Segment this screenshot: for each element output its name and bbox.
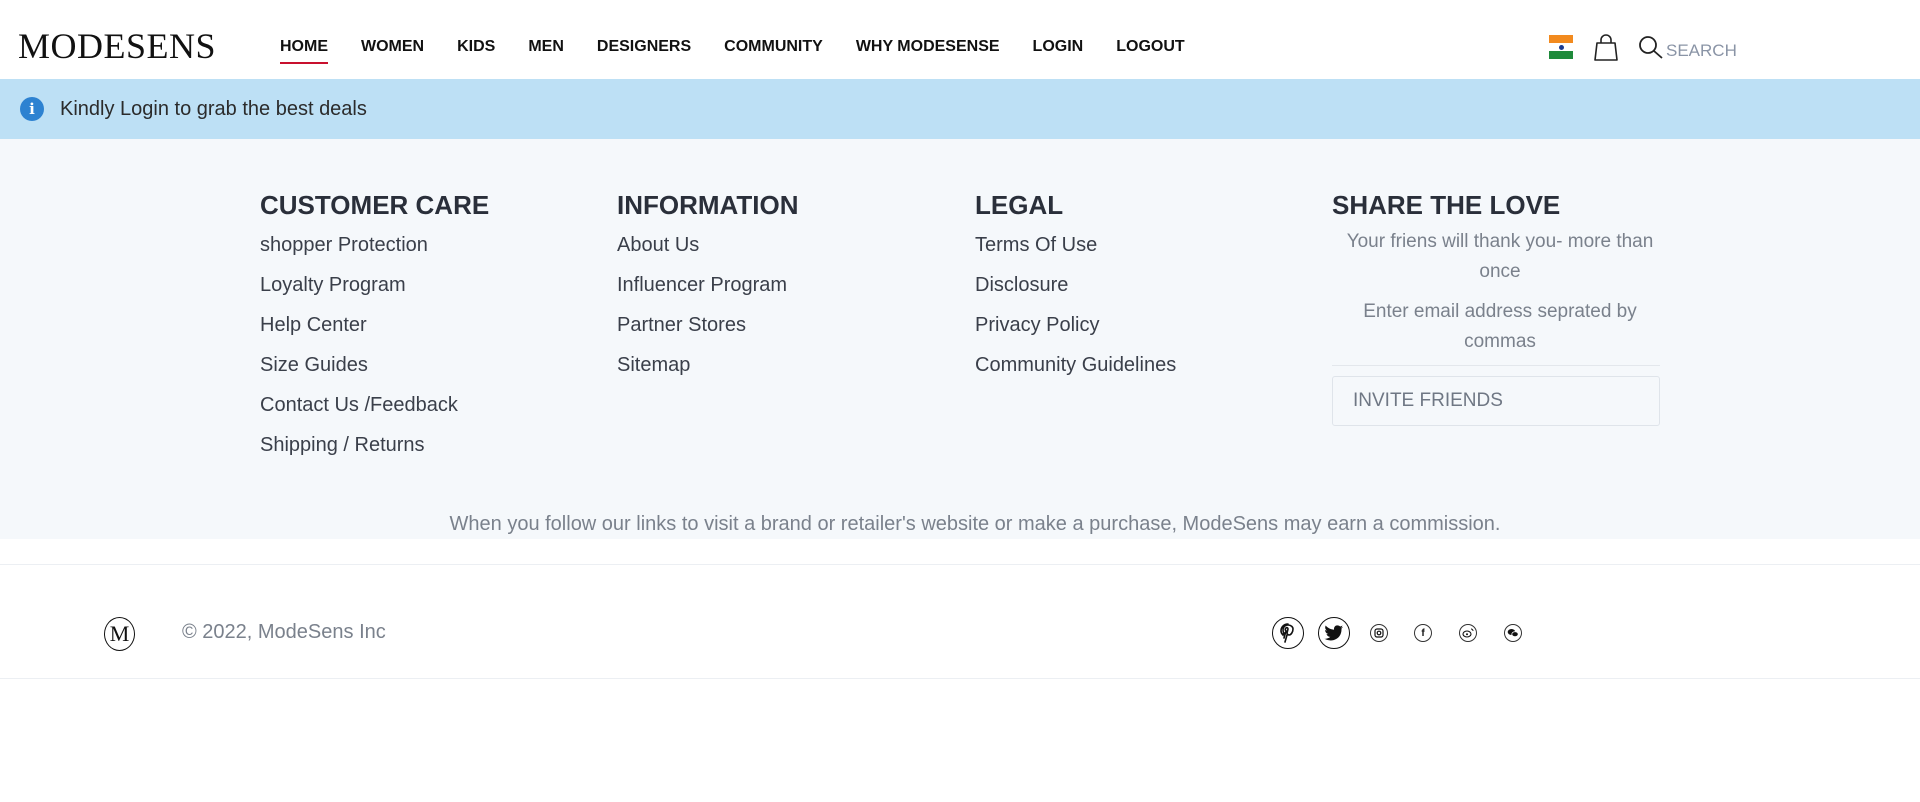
- info-icon: i: [20, 97, 44, 121]
- nav-men[interactable]: MEN: [528, 35, 564, 59]
- india-flag-icon[interactable]: [1549, 35, 1573, 59]
- nav-logout[interactable]: LOGOUT: [1116, 35, 1184, 59]
- link-partner-stores[interactable]: Partner Stores: [617, 305, 799, 345]
- login-alert-bar: i Kindly Login to grab the best deals: [0, 79, 1920, 139]
- link-shipping-returns[interactable]: Shipping / Returns: [260, 425, 489, 465]
- share-title: SHARE THE LOVE: [1332, 190, 1561, 220]
- nav-community[interactable]: COMMUNITY: [724, 35, 823, 59]
- link-size-guides[interactable]: Size Guides: [260, 345, 489, 385]
- link-about-us[interactable]: About Us: [617, 225, 799, 265]
- bottom-divider-top: [0, 564, 1920, 565]
- alert-text: Kindly Login to grab the best deals: [60, 97, 367, 120]
- link-disclosure[interactable]: Disclosure: [975, 265, 1176, 305]
- link-shopper-protection[interactable]: shopper Protection: [260, 225, 489, 265]
- nav-kids[interactable]: KIDS: [457, 35, 495, 59]
- twitter-icon[interactable]: [1318, 617, 1350, 649]
- link-sitemap[interactable]: Sitemap: [617, 345, 799, 385]
- wechat-icon[interactable]: [1504, 624, 1522, 642]
- nav-designers[interactable]: DESIGNERS: [597, 35, 691, 59]
- customer-care-title: CUSTOMER CARE: [260, 190, 490, 220]
- share-column: SHARE THE LOVE Your friens will thank yo…: [1332, 189, 1668, 426]
- information-title: INFORMATION: [617, 190, 799, 220]
- link-influencer-program[interactable]: Influencer Program: [617, 265, 799, 305]
- legal-column: LEGAL Terms Of Use Disclosure Privacy Po…: [975, 189, 1176, 385]
- link-help-center[interactable]: Help Center: [260, 305, 489, 345]
- weibo-icon[interactable]: [1459, 624, 1477, 642]
- search-icon[interactable]: [1638, 35, 1664, 61]
- commission-disclaimer: When you follow our links to visit a bra…: [449, 513, 1501, 535]
- shopping-bag-icon[interactable]: [1593, 34, 1619, 62]
- copyright-text: © 2022, ModeSens Inc: [182, 621, 386, 643]
- site-header: MODESENS HOME WOMEN KIDS MEN DESIGNERS C…: [0, 0, 1920, 79]
- email-prompt[interactable]: Enter email address seprated by commas: [1332, 297, 1668, 357]
- footer-links-section: CUSTOMER CARE shopper Protection Loyalty…: [0, 139, 1920, 539]
- link-contact-feedback[interactable]: Contact Us /Feedback: [260, 385, 489, 425]
- main-nav: HOME WOMEN KIDS MEN DESIGNERS COMMUNITY …: [280, 35, 1218, 64]
- bottom-divider: [0, 678, 1920, 679]
- information-column: INFORMATION About Us Influencer Program …: [617, 189, 799, 385]
- link-loyalty-program[interactable]: Loyalty Program: [260, 265, 489, 305]
- pinterest-icon[interactable]: [1272, 617, 1304, 649]
- link-terms-of-use[interactable]: Terms Of Use: [975, 225, 1176, 265]
- modesens-mini-logo[interactable]: M: [104, 617, 135, 651]
- share-description: Your friens will thank you- more than on…: [1346, 231, 1654, 282]
- nav-women[interactable]: WOMEN: [361, 35, 424, 59]
- legal-title: LEGAL: [975, 190, 1064, 220]
- nav-why-modesense[interactable]: WHY MODESENSE: [856, 35, 1000, 59]
- link-community-guidelines[interactable]: Community Guidelines: [975, 345, 1176, 385]
- nav-login[interactable]: LOGIN: [1033, 35, 1084, 59]
- search-box[interactable]: SEARCH: [1638, 27, 1737, 61]
- search-label[interactable]: SEARCH: [1666, 27, 1737, 61]
- nav-home[interactable]: HOME: [280, 35, 328, 64]
- instagram-icon[interactable]: [1370, 624, 1388, 642]
- site-logo[interactable]: MODESENS: [18, 26, 216, 66]
- link-privacy-policy[interactable]: Privacy Policy: [975, 305, 1176, 345]
- invite-friends-button[interactable]: INVITE FRIENDS: [1332, 376, 1660, 426]
- email-field-underline: [1332, 365, 1660, 366]
- customer-care-column: CUSTOMER CARE shopper Protection Loyalty…: [260, 189, 489, 465]
- facebook-icon[interactable]: f: [1414, 624, 1432, 642]
